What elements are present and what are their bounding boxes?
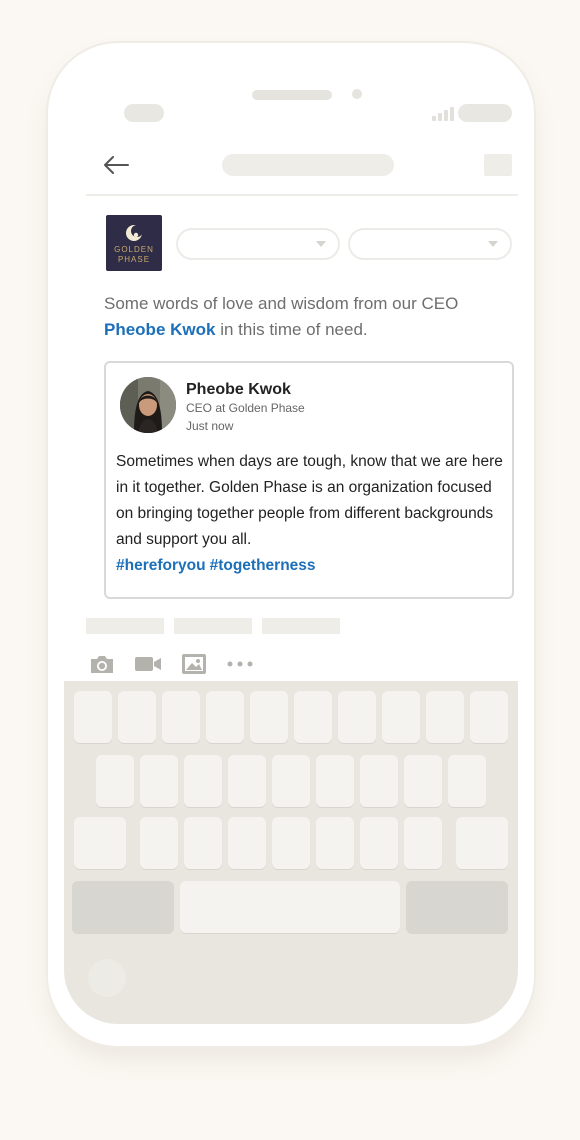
battery-placeholder [458,104,512,122]
post-button-placeholder[interactable] [484,154,512,176]
camera-icon[interactable] [86,651,118,677]
meta-placeholder [262,618,340,634]
keyboard-key[interactable] [294,691,332,743]
header-title-placeholder [222,154,394,176]
keyboard-key[interactable] [96,755,134,807]
keyboard-key[interactable] [140,755,178,807]
keyboard-key[interactable] [382,691,420,743]
keyboard-key[interactable] [360,755,398,807]
keyboard-key[interactable] [140,817,178,869]
intro-text-suffix: in this time of need. [220,320,368,339]
keyboard-key[interactable] [184,755,222,807]
video-icon[interactable] [132,651,164,677]
phone-frame: GOLDEN PHASE Some words of love and wisd… [48,43,534,1046]
author-name[interactable]: Pheobe Kwok [186,381,291,399]
moon-logo-icon [126,225,143,241]
globe-key[interactable] [88,959,126,997]
return-key[interactable] [406,881,508,933]
keyboard-key[interactable] [184,817,222,869]
post-timestamp: Just now [186,419,234,433]
image-icon[interactable] [178,651,210,677]
keyboard-key[interactable] [448,755,486,807]
phone-screen: GOLDEN PHASE Some words of love and wisd… [64,61,518,1024]
back-arrow-icon[interactable] [102,154,130,176]
audience-dropdown[interactable] [176,228,340,260]
keyboard-key[interactable] [228,755,266,807]
visibility-dropdown[interactable] [348,228,512,260]
number-toggle-key[interactable] [72,881,174,933]
keyboard-key[interactable] [316,755,354,807]
keyboard-key[interactable] [228,817,266,869]
keyboard-key[interactable] [470,691,508,743]
front-camera [352,89,362,99]
mention-link[interactable]: Pheobe Kwok [104,320,215,339]
keyboard-key[interactable] [404,817,442,869]
keyboard-key[interactable] [206,691,244,743]
logo-line-2: PHASE [117,255,151,264]
keyboard-key[interactable] [404,755,442,807]
hashtag-link[interactable]: #hereforyou [116,557,206,574]
keyboard-key[interactable] [162,691,200,743]
keyboard-key[interactable] [272,755,310,807]
intro-text: Some words of love and wisdom from our C… [104,294,459,313]
on-screen-keyboard [64,681,518,1024]
shared-post-card[interactable]: Pheobe Kwok CEO at Golden Phase Just now… [104,361,514,599]
shift-key[interactable] [74,817,126,869]
speaker-grille [252,90,332,100]
hashtag-list: #hereforyou #togetherness [116,553,320,579]
company-logo: GOLDEN PHASE [106,215,162,271]
header-divider [86,194,518,196]
composer-toolbar [86,651,256,677]
backspace-key[interactable] [456,817,508,869]
signal-icon [432,107,456,121]
keyboard-key[interactable] [118,691,156,743]
hashtag-link[interactable]: #togetherness [210,557,316,574]
chevron-down-icon [488,241,498,247]
meta-placeholder [174,618,252,634]
keyboard-key[interactable] [74,691,112,743]
post-text-input[interactable]: Some words of love and wisdom from our C… [104,291,518,343]
status-time-placeholder [124,104,164,122]
logo-line-1: GOLDEN [114,245,154,254]
avatar[interactable] [120,377,176,433]
keyboard-key[interactable] [272,817,310,869]
post-body: Sometimes when days are tough, know that… [116,453,503,548]
meta-placeholder [86,618,164,634]
keyboard-key[interactable] [250,691,288,743]
keyboard-key[interactable] [426,691,464,743]
logo-wordmark: GOLDEN PHASE [106,245,162,265]
chevron-down-icon [316,241,326,247]
keyboard-key[interactable] [360,817,398,869]
space-key[interactable] [180,881,400,933]
keyboard-key[interactable] [316,817,354,869]
keyboard-key[interactable] [338,691,376,743]
author-title: CEO at Golden Phase [186,401,305,415]
more-icon[interactable] [224,651,256,677]
